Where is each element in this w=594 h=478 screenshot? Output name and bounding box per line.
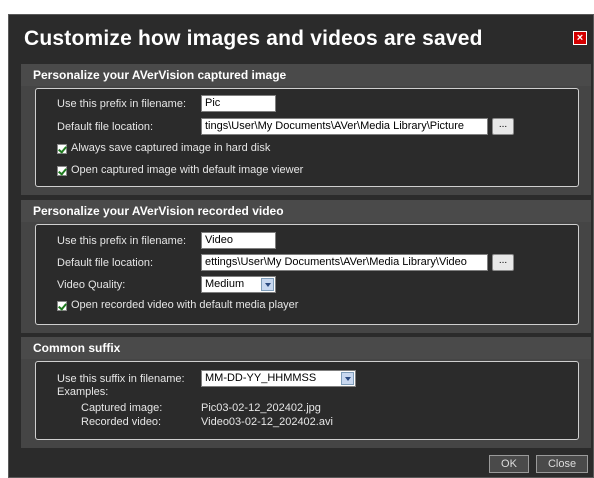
- suffix-section-header: Common suffix: [21, 337, 591, 359]
- suffix-section: Common suffix Use this suffix in filenam…: [21, 337, 591, 448]
- open-image-viewer-checkbox[interactable]: [57, 166, 67, 176]
- customize-save-dialog: Customize how images and videos are save…: [8, 14, 594, 478]
- video-quality-value: Medium: [205, 278, 245, 290]
- dialog-title: Customize how images and videos are save…: [24, 27, 483, 50]
- close-button[interactable]: Close: [536, 455, 588, 473]
- image-browse-button[interactable]: ...: [492, 118, 514, 135]
- video-location-input[interactable]: ettings\User\My Documents\AVer\Media Lib…: [201, 254, 488, 271]
- video-section-header: Personalize your AVerVision recorded vid…: [21, 200, 591, 222]
- close-icon[interactable]: ×: [573, 31, 587, 45]
- image-location-input[interactable]: tings\User\My Documents\AVer\Media Libra…: [201, 118, 488, 135]
- chevron-down-icon[interactable]: [341, 372, 354, 385]
- always-save-label: Always save captured image in hard disk: [71, 142, 271, 154]
- image-section-header: Personalize your AVerVision captured ima…: [21, 64, 591, 86]
- ok-button[interactable]: OK: [489, 455, 529, 473]
- video-section: Personalize your AVerVision recorded vid…: [21, 200, 591, 333]
- video-location-label: Default file location:: [57, 257, 153, 269]
- captured-image-example-label: Captured image:: [81, 402, 163, 414]
- recorded-video-example-value: Video03-02-12_202402.avi: [201, 416, 333, 428]
- image-settings-panel: Use this prefix in filename: Pic Default…: [35, 88, 579, 187]
- image-prefix-input[interactable]: Pic: [201, 95, 276, 112]
- video-prefix-input[interactable]: Video: [201, 232, 276, 249]
- chevron-down-icon[interactable]: [261, 278, 274, 291]
- suffix-settings-panel: Use this suffix in filename: MM-DD-YY_HH…: [35, 361, 579, 440]
- video-quality-select[interactable]: Medium: [201, 276, 276, 293]
- always-save-checkbox[interactable]: [57, 144, 67, 154]
- captured-image-example-value: Pic03-02-12_202402.jpg: [201, 402, 321, 414]
- suffix-label: Use this suffix in filename:: [57, 373, 185, 385]
- image-prefix-label: Use this prefix in filename:: [57, 98, 186, 110]
- video-prefix-label: Use this prefix in filename:: [57, 235, 186, 247]
- image-section: Personalize your AVerVision captured ima…: [21, 64, 591, 195]
- suffix-value: MM-DD-YY_HHMMSS: [205, 372, 317, 384]
- open-media-player-label: Open recorded video with default media p…: [71, 299, 299, 311]
- video-quality-label: Video Quality:: [57, 279, 126, 291]
- open-image-viewer-label: Open captured image with default image v…: [71, 164, 304, 176]
- image-location-label: Default file location:: [57, 121, 153, 133]
- examples-label: Examples:: [57, 386, 109, 398]
- recorded-video-example-label: Recorded video:: [81, 416, 162, 428]
- video-settings-panel: Use this prefix in filename: Video Defau…: [35, 224, 579, 325]
- open-media-player-checkbox[interactable]: [57, 301, 67, 311]
- video-browse-button[interactable]: ...: [492, 254, 514, 271]
- suffix-select[interactable]: MM-DD-YY_HHMMSS: [201, 370, 356, 387]
